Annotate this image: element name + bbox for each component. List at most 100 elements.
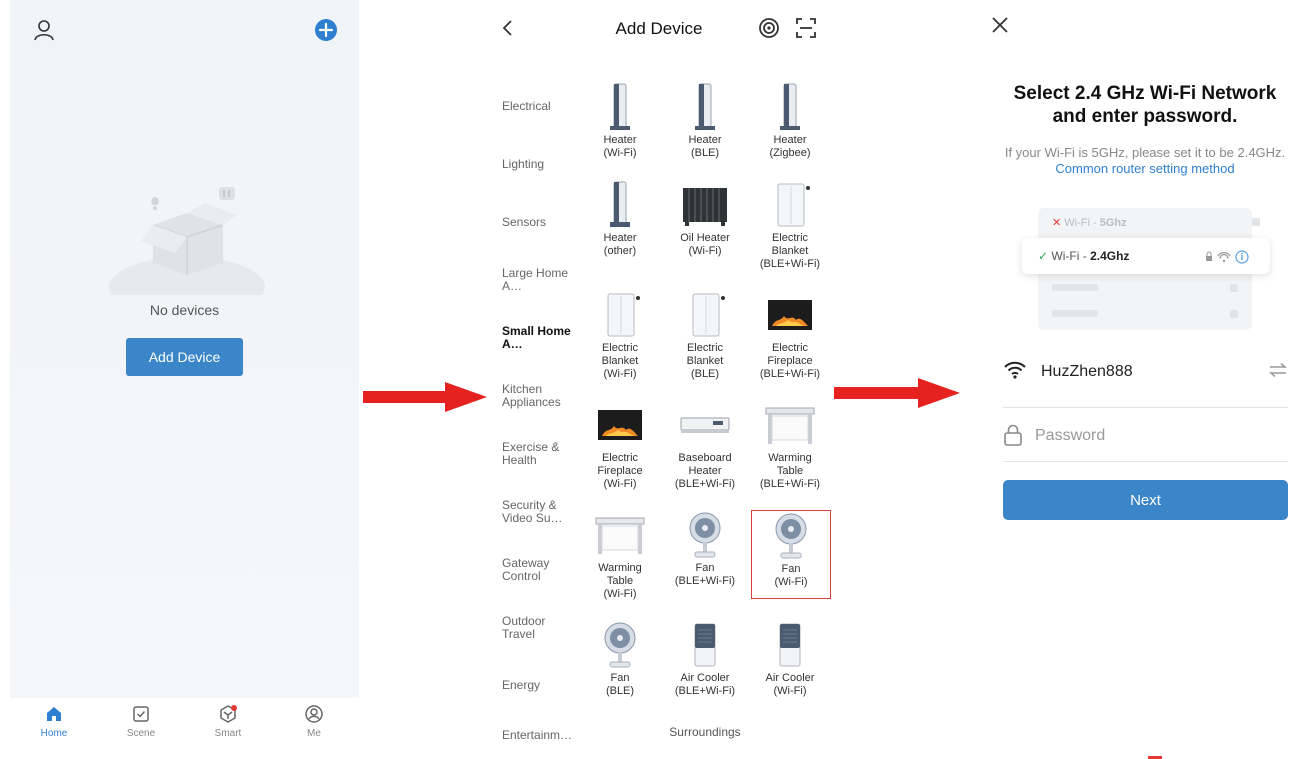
nav-item-smart[interactable]: Smart — [198, 704, 258, 739]
device-name: Electric — [601, 452, 639, 464]
switch-network-icon[interactable] — [1268, 362, 1288, 378]
category-gateway-control[interactable]: Gateway Control — [502, 557, 580, 583]
fan-icon — [604, 622, 636, 668]
device-heater-ble[interactable]: Heater (BLE) — [663, 82, 747, 182]
nav-item-scene[interactable]: Scene — [111, 704, 171, 739]
device-electric-fireplace-ble-wifi[interactable]: Electric Fireplace (BLE+Wi-Fi) — [748, 290, 832, 390]
air-cooler-icon — [779, 623, 801, 667]
wifi-setup-screen: Select 2.4 GHz Wi-Fi Network and enter p… — [985, 0, 1304, 759]
device-type: Table — [776, 465, 804, 477]
device-name: Oil Heater — [680, 232, 730, 244]
category-security-video[interactable]: Security & Video Su… — [502, 499, 580, 525]
device-warming-table-wifi[interactable]: Warming Table (Wi-Fi) — [578, 510, 662, 610]
check-icon: ✓ — [1038, 249, 1049, 263]
page-title: Add Device — [615, 19, 703, 38]
device-type: (Wi-Fi) — [774, 576, 808, 588]
oil-heater-icon — [683, 188, 727, 226]
scene-icon — [133, 706, 149, 722]
electric-blanket-icon — [607, 293, 640, 337]
device-type: Blanket — [771, 245, 809, 257]
device-heater-wifi[interactable]: Heater (Wi-Fi) — [578, 82, 662, 182]
user-icon[interactable] — [30, 16, 58, 44]
device-type: Blanket — [601, 355, 639, 367]
device-type: (Zigbee) — [769, 147, 811, 159]
home-icon — [47, 707, 61, 721]
wifi-ssid: HuzZhen888 — [1041, 363, 1133, 380]
wifi-option-5ghz: ✕ Wi-Fi - 5Ghz — [1052, 216, 1127, 229]
device-air-cooler-ble-wifi[interactable]: Air Cooler (BLE+Wi-Fi) — [663, 620, 747, 720]
device-name: Electric — [686, 342, 724, 354]
category-large-home-appliances[interactable]: Large Home A… — [502, 267, 580, 293]
radar-icon[interactable] — [758, 17, 780, 39]
device-type: (BLE) — [690, 147, 720, 159]
fireplace-icon — [598, 410, 642, 440]
wifi-ssid-row[interactable]: HuzZhen888 — [1003, 352, 1288, 408]
warming-table-icon — [595, 517, 645, 554]
device-type: (BLE+Wi-Fi) — [674, 575, 736, 587]
next-button[interactable]: Next — [1003, 480, 1288, 520]
cross-icon: ✕ — [1052, 217, 1062, 229]
device-type: Blanket — [686, 355, 724, 367]
device-electric-blanket-wifi[interactable]: Electric Blanket (Wi-Fi) — [578, 290, 662, 390]
wifi-icon — [1004, 361, 1026, 379]
electric-blanket-icon — [777, 183, 810, 227]
wifi-option-band: 2.4Ghz — [1090, 249, 1130, 263]
nav-label: Smart — [214, 728, 242, 739]
add-icon[interactable] — [314, 18, 338, 42]
close-icon[interactable] — [991, 16, 1009, 34]
device-fan-ble-wifi[interactable]: Fan (BLE+Wi-Fi) — [663, 510, 747, 610]
device-baseboard-heater-ble-wifi[interactable]: Baseboard Heater (BLE+Wi-Fi) — [663, 400, 747, 500]
nav-label: Me — [307, 728, 321, 739]
flow-arrow-right — [834, 378, 960, 408]
home-body: No devices Add Device — [10, 0, 359, 698]
router-setting-link[interactable]: Common router setting method — [1055, 161, 1234, 176]
category-outdoor-travel[interactable]: Outdoor Travel — [502, 615, 580, 641]
device-connection: (BLE+Wi-Fi) — [674, 478, 736, 490]
device-type: (Wi-Fi) — [773, 685, 807, 697]
category-energy[interactable]: Energy — [502, 679, 580, 692]
back-icon[interactable] — [498, 18, 518, 38]
device-name: Baseboard — [678, 452, 732, 464]
device-type: (Wi-Fi) — [603, 147, 637, 159]
heater-icon — [610, 181, 630, 227]
category-sensors[interactable]: Sensors — [502, 216, 580, 229]
device-heater-other[interactable]: Heater (other) — [578, 180, 662, 280]
device-type: (BLE) — [605, 685, 635, 697]
air-cooler-icon — [694, 623, 716, 667]
wifi-option-status-icons — [1206, 250, 1249, 264]
nav-item-home[interactable]: Home — [24, 704, 84, 739]
nav-label: Scene — [126, 728, 156, 739]
category-electrical[interactable]: Electrical — [502, 100, 580, 113]
category-lighting[interactable]: Lighting — [502, 158, 580, 171]
device-electric-blanket-ble-wifi[interactable]: Electric Blanket (BLE+Wi-Fi) — [748, 180, 832, 280]
me-icon — [305, 705, 323, 723]
device-connection: (BLE+Wi-Fi) — [759, 478, 821, 490]
device-name: Electric — [771, 342, 809, 354]
scan-icon[interactable] — [795, 17, 817, 39]
category-entertainment[interactable]: Entertainm… — [502, 729, 580, 742]
device-connection: (BLE) — [690, 368, 720, 380]
fan-icon — [775, 513, 807, 559]
add-device-button[interactable]: Add Device — [126, 338, 243, 376]
device-type: Heater — [688, 465, 722, 477]
device-name: Heater — [603, 134, 637, 146]
device-type: (other) — [603, 245, 637, 257]
category-exercise-health[interactable]: Exercise & Health — [502, 441, 580, 467]
device-fan-wifi[interactable]: Fan (Wi-Fi) — [751, 510, 831, 599]
device-fan-ble[interactable]: Fan (BLE) — [578, 620, 662, 720]
device-warming-table-ble-wifi[interactable]: Warming Table (BLE+Wi-Fi) — [748, 400, 832, 500]
password-input[interactable] — [1035, 424, 1275, 448]
category-small-home-appliances[interactable]: Small Home A… — [502, 325, 580, 351]
device-electric-blanket-ble[interactable]: Electric Blanket (BLE) — [663, 290, 747, 390]
device-name: Warming — [768, 452, 812, 464]
device-electric-fireplace-wifi[interactable]: Electric Fireplace (Wi-Fi) — [578, 400, 662, 500]
device-heater-zigbee[interactable]: Heater (Zigbee) — [748, 82, 832, 182]
wifi-band-note: If your Wi-Fi is 5GHz, please set it to … — [995, 145, 1295, 177]
device-air-cooler-wifi[interactable]: Air Cooler (Wi-Fi) — [748, 620, 832, 720]
wifi-option-band: 5Ghz — [1099, 217, 1127, 229]
wifi-password-row — [1003, 418, 1288, 462]
category-kitchen-appliances[interactable]: Kitchen Appliances — [502, 383, 580, 409]
fireplace-icon — [768, 300, 812, 330]
device-oil-heater-wifi[interactable]: Oil Heater (Wi-Fi) — [663, 180, 747, 280]
nav-item-me[interactable]: Me — [284, 704, 344, 739]
